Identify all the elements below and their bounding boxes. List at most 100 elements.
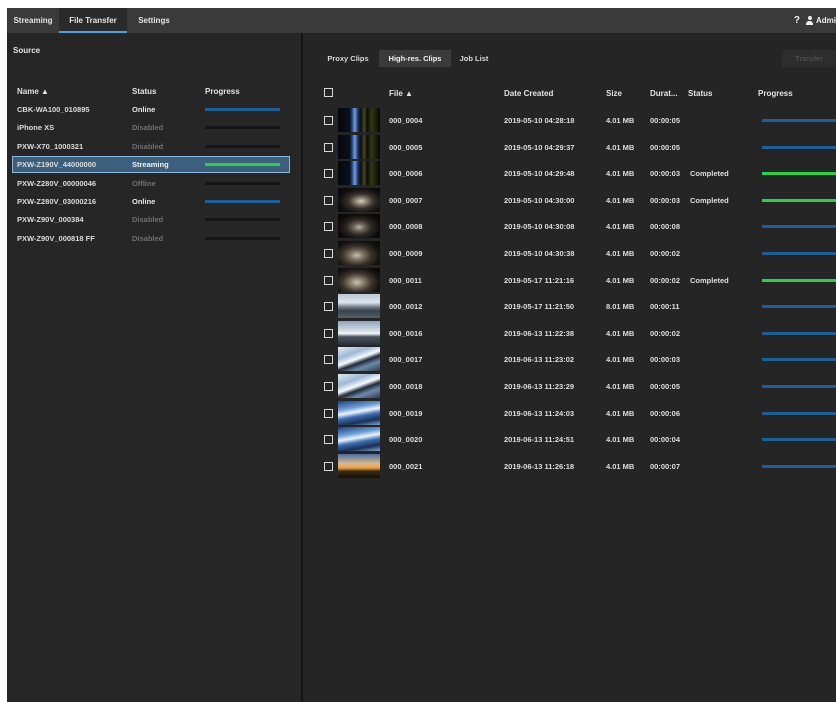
clip-checkbox[interactable] — [324, 355, 333, 365]
clip-row[interactable]: 000_0006 2019-05-10 04:29:48 4.01 MB 00:00:… — [303, 160, 836, 186]
clip-progress-bar — [762, 198, 836, 202]
clip-row[interactable]: 000_0004 2019-05-10 04:28:18 4.01 MB 00:00:… — [303, 107, 836, 133]
clip-checkbox[interactable] — [324, 195, 333, 205]
clip-checkbox[interactable] — [324, 328, 333, 338]
tab-file-transfer[interactable]: File Transfer — [59, 8, 127, 33]
device-progress-bar — [205, 218, 280, 222]
clip-row[interactable]: 000_0012 2019-05-17 11:21:50 8.01 MB 00:00:… — [303, 293, 836, 319]
user-icon[interactable] — [806, 16, 813, 26]
device-name: iPhone XS — [17, 123, 55, 133]
transfer-button[interactable]: Transfer — [782, 50, 836, 67]
clip-row[interactable]: 000_0020 2019-06-13 11:24:51 4.01 MB 00:00:… — [303, 426, 836, 452]
source-device-row[interactable]: PXW-Z190V_44000000 Streaming — [12, 156, 290, 174]
source-device-row[interactable]: PXW-Z90V_000818 FF Disabled — [13, 231, 289, 246]
clip-date-created: 2019-05-10 04:30:38 — [504, 249, 575, 258]
source-device-row[interactable]: CBK-WA100_010895 Online — [13, 102, 289, 117]
source-status-header[interactable]: Status — [132, 87, 156, 96]
progress-header[interactable]: Progress — [758, 89, 793, 98]
device-status: Online — [132, 197, 156, 206]
clip-row[interactable]: 000_0011 2019-05-17 11:21:16 4.01 MB 00:00:… — [303, 267, 836, 293]
clip-duration: 00:00:03 — [650, 355, 681, 365]
source-device-row[interactable]: iPhone XS Disabled — [13, 120, 289, 135]
clip-thumbnail[interactable] — [338, 347, 380, 372]
clip-thumbnail[interactable] — [338, 187, 380, 212]
clip-thumbnail[interactable] — [338, 267, 380, 292]
clip-progress-bar — [762, 331, 836, 335]
clip-file-name: 000_0007 — [389, 195, 423, 205]
device-status: Disabled — [132, 123, 164, 133]
device-progress-bar — [205, 144, 280, 148]
duration-header[interactable]: Durat... — [650, 89, 678, 98]
clip-checkbox[interactable] — [324, 461, 333, 471]
clip-checkbox[interactable] — [324, 142, 333, 152]
tab-proxy-clips[interactable]: Proxy Clips — [320, 50, 376, 67]
clip-duration: 00:00:05 — [650, 116, 681, 125]
clip-size: 4.01 MB — [606, 382, 635, 391]
clip-thumbnail[interactable] — [338, 320, 380, 345]
tab-high-res-clips[interactable]: High-res. Clips — [379, 50, 451, 67]
clip-date-created: 2019-05-10 04:29:48 — [504, 169, 575, 179]
clip-file-name: 000_0021 — [389, 461, 423, 471]
clip-row[interactable]: 000_0017 2019-06-13 11:23:02 4.01 MB 00:00:… — [303, 346, 836, 372]
status-header[interactable]: Status — [688, 89, 712, 98]
file-transfer-app: Streaming File Transfer Settings ? Admi S… — [7, 8, 836, 702]
device-progress-fill — [205, 108, 280, 111]
size-header[interactable]: Size — [606, 89, 622, 98]
clip-status: Completed — [690, 169, 729, 179]
clip-thumbnail[interactable] — [338, 214, 380, 239]
tab-streaming[interactable]: Streaming — [7, 8, 59, 33]
clip-date-created: 2019-05-10 04:29:37 — [504, 142, 575, 152]
clip-row[interactable]: 000_0019 2019-06-13 11:24:03 4.01 MB 00:00:… — [303, 400, 836, 426]
clip-checkbox[interactable] — [324, 382, 333, 391]
clip-row[interactable]: 000_0008 2019-05-10 04:30:08 4.01 MB 00:00:… — [303, 213, 836, 239]
select-all-checkbox[interactable] — [324, 88, 333, 97]
clip-thumbnail[interactable] — [338, 400, 380, 425]
clip-duration: 00:00:02 — [650, 275, 681, 285]
clip-row[interactable]: 000_0021 2019-06-13 11:26:18 4.01 MB 00:00:… — [303, 453, 836, 479]
source-progress-header[interactable]: Progress — [205, 87, 240, 96]
file-header[interactable]: File ▲ — [389, 89, 413, 98]
clip-thumbnail[interactable] — [338, 374, 380, 398]
clip-file-name: 000_0006 — [389, 169, 423, 179]
clip-checkbox[interactable] — [324, 435, 333, 445]
source-device-row[interactable]: PXW-Z280V_00000046 Offline — [13, 176, 289, 191]
clip-checkbox[interactable] — [324, 169, 333, 179]
clip-row[interactable]: 000_0007 2019-05-10 04:30:00 4.01 MB 00:00:… — [303, 187, 836, 213]
clip-checkbox[interactable] — [324, 116, 333, 125]
clip-checkbox[interactable] — [324, 275, 333, 285]
tab-settings[interactable]: Settings — [131, 8, 177, 33]
clip-row[interactable]: 000_0009 2019-05-10 04:30:38 4.01 MB 00:00:… — [303, 240, 836, 266]
device-progress-bar — [205, 181, 280, 185]
clip-thumbnail[interactable] — [338, 241, 380, 265]
source-device-row[interactable]: PXW-X70_1000321 Disabled — [13, 139, 289, 154]
help-icon[interactable]: ? — [794, 15, 800, 26]
clip-date-created: 2019-05-17 11:21:50 — [504, 302, 575, 312]
clip-thumbnail[interactable] — [338, 161, 380, 186]
clip-thumbnail[interactable] — [338, 453, 380, 478]
clip-size: 4.01 MB — [606, 222, 635, 232]
clip-checkbox[interactable] — [324, 302, 333, 312]
clip-row[interactable]: 000_0018 2019-06-13 11:23:29 4.01 MB 00:00:… — [303, 373, 836, 399]
clip-thumbnail[interactable] — [338, 294, 380, 319]
clip-progress-bar — [762, 119, 836, 122]
clip-row[interactable]: 000_0005 2019-05-10 04:29:37 4.01 MB 00:00:… — [303, 134, 836, 160]
clip-checkbox[interactable] — [324, 222, 333, 232]
source-name-header[interactable]: Name ▲ — [17, 87, 49, 96]
clip-checkbox[interactable] — [324, 249, 333, 258]
clip-file-name: 000_0004 — [389, 116, 423, 125]
clip-size: 4.01 MB — [606, 435, 635, 445]
clip-file-name: 000_0011 — [389, 275, 422, 285]
clip-row[interactable]: 000_0016 2019-06-13 11:22:38 4.01 MB 00:00:… — [303, 320, 836, 346]
clip-progress-bar — [762, 358, 836, 362]
user-name[interactable]: Admi — [816, 16, 836, 25]
date-created-header[interactable]: Date Created — [504, 89, 553, 98]
clip-duration: 00:00:06 — [650, 408, 681, 418]
clip-thumbnail[interactable] — [338, 108, 380, 132]
clip-thumbnail[interactable] — [338, 427, 380, 452]
source-device-row[interactable]: PXW-Z280V_03000216 Online — [13, 194, 289, 209]
tab-job-list[interactable]: Job List — [455, 50, 493, 67]
clip-checkbox[interactable] — [324, 408, 333, 418]
clip-thumbnail[interactable] — [338, 134, 380, 159]
source-device-row[interactable]: PXW-Z90V_000384 Disabled — [13, 212, 289, 227]
device-name: PXW-Z90V_000384 — [17, 215, 84, 225]
